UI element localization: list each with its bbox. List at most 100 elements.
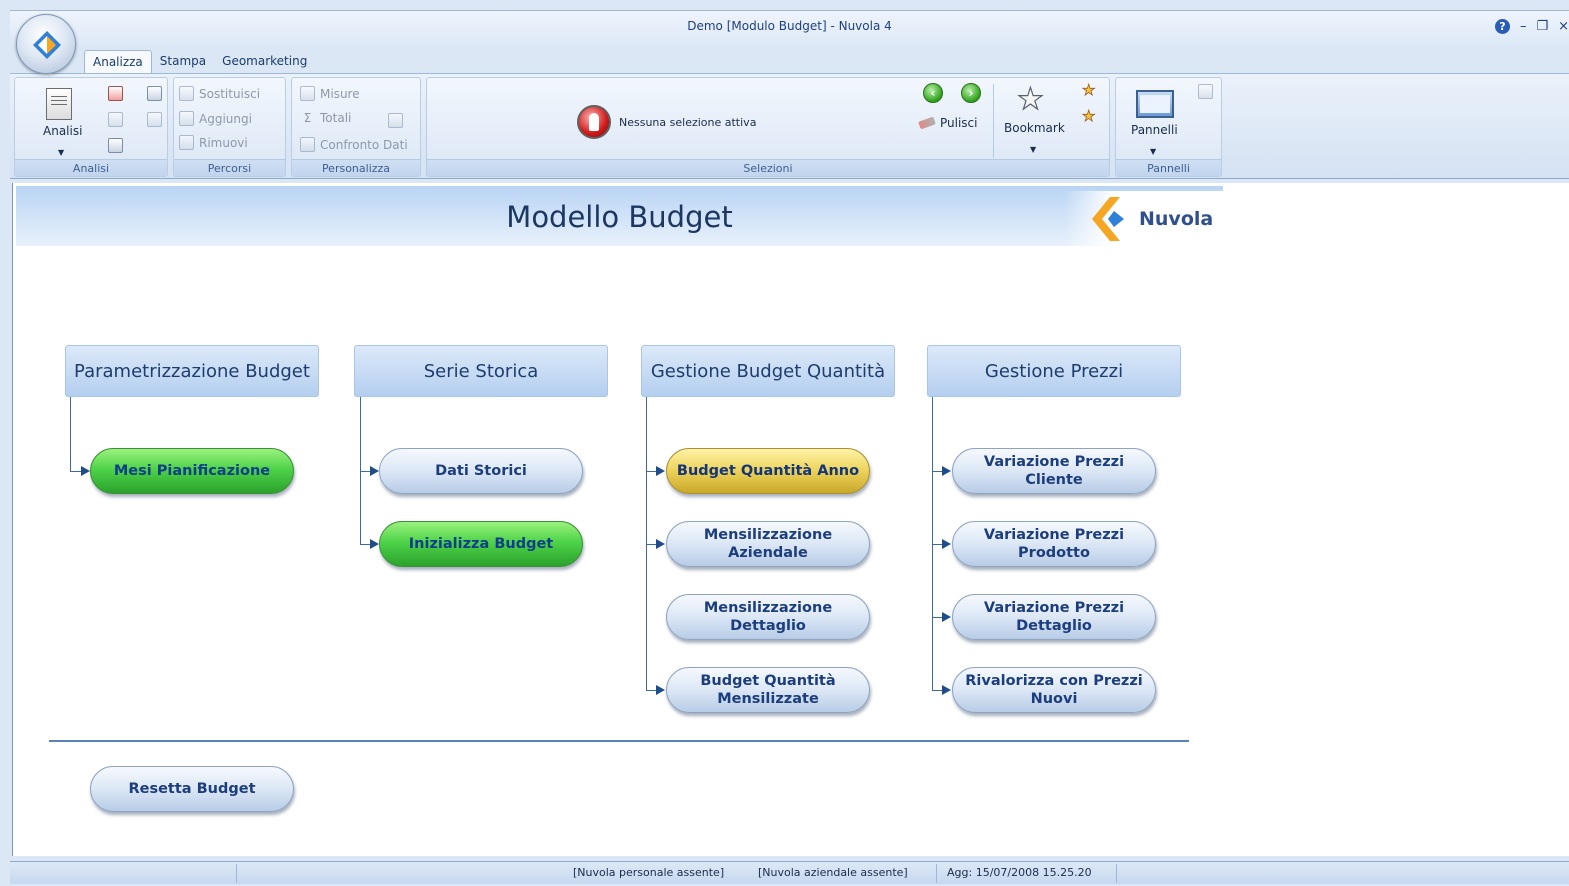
selection-status-text: Nessuna selezione attiva (619, 115, 757, 129)
bookmark-button[interactable]: Bookmark (1004, 121, 1065, 135)
sostituisci-button[interactable]: Sostituisci (179, 86, 260, 101)
group-label-percorsi: Percorsi (174, 159, 285, 176)
sigma-icon: Σ (303, 111, 312, 125)
section-header-parametrizzazione: Parametrizzazione Budget (65, 345, 319, 397)
totali-button[interactable]: Σ Totali (300, 111, 352, 125)
connector-arrow-icon (942, 466, 951, 476)
pulisci-label: Pulisci (940, 116, 978, 130)
analisi-dropdown-icon[interactable]: ▼ (58, 148, 64, 157)
tab-geomarketing[interactable]: Geomarketing (214, 50, 315, 74)
misure-button[interactable]: Misure (300, 86, 360, 101)
app-window: Demo [Modulo Budget] - Nuvola 4 ? – ❐ × … (0, 0, 1569, 886)
rimuovi-label: Rimuovi (199, 135, 248, 150)
section-header-gestione-budget-quantita: Gestione Budget Quantità (641, 345, 895, 397)
status-nuvola-personale: [Nuvola personale assente] (573, 866, 725, 879)
copy-analysis-icon[interactable] (147, 86, 162, 101)
connector-arrow-icon (942, 539, 951, 549)
confronto-dati-button[interactable]: Confronto Dati (300, 137, 408, 152)
resetta-budget-button[interactable]: Resetta Budget (90, 766, 294, 812)
pannelli-options-icon[interactable] (1198, 84, 1213, 99)
selezioni-separator (993, 84, 994, 158)
ribbon: Analisi ▼ Analisi Sostituisci Aggiungi R… (10, 73, 1569, 179)
group-analisi: Analisi ▼ Analisi (14, 77, 168, 177)
rimuovi-icon (179, 135, 194, 150)
section-header-gestione-prezzi: Gestione Prezzi (927, 345, 1181, 397)
confronto-dati-icon (300, 137, 315, 152)
confronto-dati-label: Confronto Dati (320, 137, 408, 152)
sostituisci-icon (179, 86, 194, 101)
mensilizzazione-dettaglio-button[interactable]: Mensilizzazione Dettaglio (666, 594, 870, 640)
tab-analizza[interactable]: Analizza (84, 50, 152, 74)
budget-quantita-mensilizzate-button[interactable]: Budget Quantità Mensilizzate (666, 667, 870, 713)
export-analysis-icon[interactable] (147, 112, 162, 127)
group-pannelli: Pannelli ▼ Pannelli (1115, 77, 1222, 177)
group-label-selezioni: Selezioni (427, 159, 1109, 176)
forward-arrow-icon[interactable]: › (961, 83, 981, 103)
group-label-personalizza: Personalizza (292, 159, 420, 176)
dati-storici-button[interactable]: Dati Storici (379, 448, 583, 494)
back-arrow-icon[interactable]: ‹ (923, 83, 943, 103)
main-canvas: Modello Budget Nuvola Parametrizzazione … (12, 183, 1569, 856)
window-controls: ? – ❐ × (1494, 19, 1569, 34)
selection-status: Nessuna selezione attiva (577, 105, 756, 139)
analisi-document-icon[interactable] (46, 88, 72, 120)
minimize-button[interactable]: – (1520, 19, 1527, 34)
connector-arrow-icon (942, 685, 951, 695)
mensilizzazione-aziendale-button[interactable]: Mensilizzazione Aziendale (666, 521, 870, 567)
nuvola-brand-icon (1092, 197, 1124, 241)
group-label-analisi: Analisi (15, 159, 167, 176)
manage-bookmark-icon[interactable]: ★ (1082, 107, 1096, 126)
status-separator (236, 864, 237, 883)
status-last-update: Agg: 15/07/2008 15.25.20 (947, 866, 1092, 879)
connector-arrow-icon (942, 612, 951, 622)
window-title: Demo [Modulo Budget] - Nuvola 4 (687, 19, 892, 33)
status-separator (1116, 864, 1117, 883)
pulisci-button[interactable]: Pulisci (918, 116, 978, 130)
aggiungi-button[interactable]: Aggiungi (179, 111, 252, 126)
variazione-prezzi-cliente-button[interactable]: Variazione Prezzi Cliente (952, 448, 1156, 494)
aggiungi-label: Aggiungi (199, 111, 252, 126)
tab-stampa[interactable]: Stampa (152, 50, 214, 74)
group-label-pannelli: Pannelli (1116, 159, 1221, 176)
restore-button[interactable]: ❐ (1536, 19, 1548, 34)
rivalorizza-prezzi-nuovi-button[interactable]: Rivalorizza con Prezzi Nuovi (952, 667, 1156, 713)
group-selezioni: Nessuna selezione attiva ‹ › Pulisci ★ B… (426, 77, 1110, 177)
budget-quantita-anno-button[interactable]: Budget Quantità Anno (666, 448, 870, 494)
save-analysis-icon[interactable] (108, 112, 123, 127)
analisi-button[interactable]: Analisi (43, 124, 82, 138)
group-personalizza: Misure Σ Totali Confronto Dati Personali… (291, 77, 421, 177)
pannelli-dropdown-icon[interactable]: ▼ (1150, 147, 1156, 156)
misure-icon (300, 86, 315, 101)
variazione-prezzi-dettaglio-button[interactable]: Variazione Prezzi Dettaglio (952, 594, 1156, 640)
section-header-serie-storica: Serie Storica (354, 345, 608, 397)
pannelli-button[interactable]: Pannelli (1131, 123, 1178, 137)
ribbon-tabs: Analizza Stampa Geomarketing (84, 50, 315, 74)
status-nuvola-aziendale: [Nuvola aziendale assente] (758, 866, 908, 879)
section-divider (49, 740, 1189, 742)
variazione-prezzi-prodotto-button[interactable]: Variazione Prezzi Prodotto (952, 521, 1156, 567)
close-button[interactable]: × (1558, 19, 1569, 34)
title-bar: Demo [Modulo Budget] - Nuvola 4 ? – ❐ × (10, 10, 1569, 46)
connector-line (70, 397, 71, 471)
sostituisci-label: Sostituisci (199, 86, 261, 101)
chart-percent-icon[interactable] (388, 113, 403, 128)
misure-label: Misure (320, 86, 360, 101)
page-title: Modello Budget (506, 200, 733, 234)
status-bar: [Nuvola personale assente] [Nuvola azien… (10, 861, 1569, 884)
nuvola-logo: Nuvola (1064, 191, 1226, 247)
inizializza-budget-button[interactable]: Inizializza Budget (379, 521, 583, 567)
help-icon[interactable]: ? (1494, 19, 1510, 34)
delete-analysis-icon[interactable] (108, 86, 123, 101)
bookmark-star-icon[interactable]: ★ (1016, 84, 1044, 115)
add-bookmark-icon[interactable]: ★ (1082, 81, 1096, 100)
totali-label: Totali (320, 111, 352, 125)
selection-stop-icon (577, 105, 611, 139)
bookmark-dropdown-icon[interactable]: ▼ (1030, 145, 1036, 154)
application-menu-button[interactable] (16, 14, 76, 74)
rimuovi-button[interactable]: Rimuovi (179, 135, 248, 150)
connector-arrow-icon (81, 466, 90, 476)
status-separator (936, 864, 937, 883)
pannelli-icon[interactable] (1136, 90, 1174, 118)
mesi-pianificazione-button[interactable]: Mesi Pianificazione (90, 448, 294, 494)
clipboard-icon[interactable] (108, 138, 123, 153)
